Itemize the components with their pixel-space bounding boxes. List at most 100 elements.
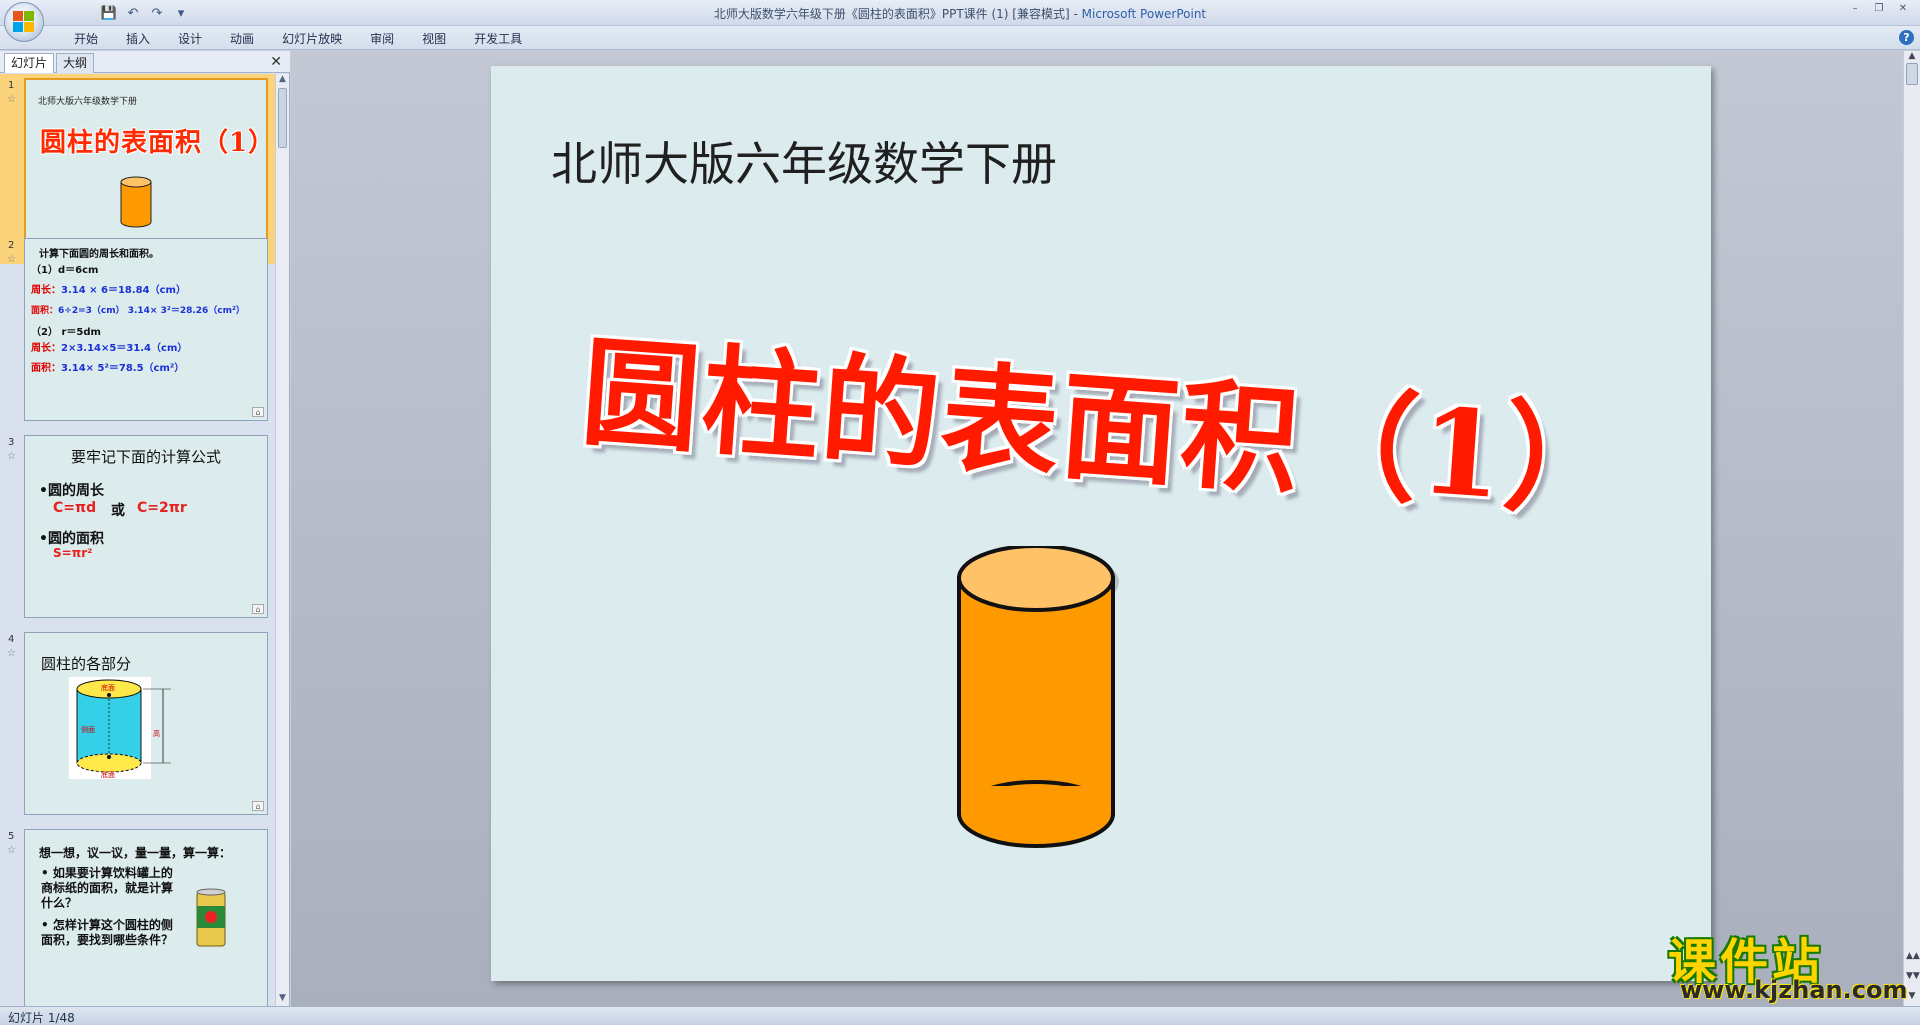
thumbnail-title: 想一想，议一议，量一量，算一算： <box>39 846 232 860</box>
thumbnail-title: 圆柱的各部分 <box>41 655 132 673</box>
thumb2-label: 周长： <box>31 343 61 354</box>
slide-title[interactable]: 圆柱的表面积（1） <box>577 296 1630 539</box>
question-item: • 如果要计算饮料罐上的商标纸的面积，就是计算什么？ <box>41 866 174 910</box>
next-slide-icon[interactable]: ▼▼ <box>1906 971 1920 981</box>
slide-number: 5 <box>8 831 15 842</box>
tab-slides[interactable]: 幻灯片 <box>4 53 55 73</box>
slide-thumbnail-list: 1 ☆ 北师大版六年级数学下册 圆柱的表面积（1） 2 ☆ 计算下面圆的周长和面… <box>0 74 276 1006</box>
scroll-up-icon[interactable]: ▲ <box>1906 51 1918 61</box>
home-icon: ⌂ <box>252 604 264 614</box>
cylinder-shape[interactable] <box>951 546 1121 851</box>
status-bar: 幻灯片 1/48 <box>0 1006 1920 1025</box>
thumb2-line: 周长：2×3.14×5＝31.4（cm） <box>31 339 187 354</box>
tab-slideshow[interactable]: 幻灯片放映 <box>268 30 356 48</box>
animation-star-icon: ☆ <box>7 845 16 856</box>
diagram-label: 侧面 <box>81 726 95 734</box>
slide-number: 1 <box>8 80 15 91</box>
tab-animations[interactable]: 动画 <box>216 30 268 48</box>
cylinder-icon <box>120 176 152 228</box>
formula-heading: •圆的面积 <box>39 531 104 547</box>
slide-thumbnail-2[interactable]: 2 ☆ 计算下面圆的周长和面积。 （1）d＝6cm 周长：3.14 × 6＝18… <box>0 234 276 424</box>
ribbon-tabs: 开始 插入 设计 动画 幻灯片放映 审阅 视图 开发工具 <box>60 30 536 48</box>
thumbnail-preview: 要牢记下面的计算公式 •圆的周长 C=πd 或 C=2πr •圆的面积 S=πr… <box>24 435 268 618</box>
thumb2-line: （1）d＝6cm <box>31 265 99 276</box>
slide-indicator: 幻灯片 1/48 <box>8 1011 75 1025</box>
slide-number: 3 <box>8 437 15 448</box>
document-title: 北师大版数学六年级下册《圆柱的表面积》PPT课件 (1) [兼容模式] - <box>713 7 1082 21</box>
minimize-icon[interactable]: – <box>1844 2 1866 16</box>
scroll-down-icon[interactable]: ▼ <box>276 993 289 1006</box>
formula: C=2πr <box>137 500 187 516</box>
thumb2-label: 周长： <box>31 285 61 296</box>
thumb2-value: 2×3.14×5＝31.4（cm） <box>61 343 188 354</box>
close-icon[interactable]: ✕ <box>270 54 282 70</box>
thumbnail-preview: 计算下面圆的周长和面积。 （1）d＝6cm 周长：3.14 × 6＝18.84（… <box>24 238 268 421</box>
scroll-thumb[interactable] <box>278 88 287 148</box>
formula: C=πd <box>53 500 97 516</box>
home-icon: ⌂ <box>252 801 264 811</box>
animation-star-icon: ☆ <box>7 648 16 659</box>
thumb2-line: 周长：3.14 × 6＝18.84（cm） <box>31 281 186 296</box>
thumbnail-preview: 圆柱的各部分 底面 侧面 高 底面 ⌂ <box>24 632 268 815</box>
thumbnail-subtitle: 北师大版六年级数学下册 <box>38 97 138 107</box>
title-bar: 💾 ↶ ↷ ▾ 北师大版数学六年级下册《圆柱的表面积》PPT课件 (1) [兼容… <box>0 0 1920 26</box>
tab-insert[interactable]: 插入 <box>112 30 164 48</box>
window-title: 北师大版数学六年级下册《圆柱的表面积》PPT课件 (1) [兼容模式] - Mi… <box>0 5 1920 22</box>
thumb2-value: 3.14 × 6＝18.84（cm） <box>61 285 186 296</box>
slide-number: 2 <box>8 240 15 251</box>
formula: S=πr² <box>53 546 93 560</box>
tab-design[interactable]: 设计 <box>164 30 216 48</box>
formula-heading: •圆的周长 <box>39 483 104 499</box>
tab-review[interactable]: 审阅 <box>356 30 408 48</box>
scroll-thumb[interactable] <box>1906 63 1918 85</box>
diagram-label: 底面 <box>101 771 115 779</box>
thumb2-line: （2） r＝5dm <box>31 327 101 338</box>
thumb2-label: 面积： <box>31 306 59 316</box>
thumb2-line: 面积：6÷2=3（cm） 3.14× 3²＝28.26（cm²） <box>31 303 245 316</box>
tab-developer[interactable]: 开发工具 <box>460 30 536 48</box>
diagram-label: 底面 <box>101 684 115 692</box>
thumbnail-title: 圆柱的表面积（1） <box>40 128 268 158</box>
question-item: • 怎样计算这个圆柱的侧面积，要找到哪些条件？ <box>41 918 174 947</box>
help-icon[interactable]: ? <box>1899 30 1914 45</box>
thumb2-line: 计算下面圆的周长和面积。 <box>39 249 159 260</box>
tab-home[interactable]: 开始 <box>60 30 112 48</box>
slide-subtitle[interactable]: 北师大版六年级数学下册 <box>551 128 1057 194</box>
diagram-label: 高 <box>153 730 160 738</box>
or-label: 或 <box>111 503 125 519</box>
previous-slide-icon[interactable]: ▲▲ <box>1906 951 1920 961</box>
editor-scrollbar[interactable]: ▲ ▲▲ ▼▼ ▼ <box>1903 51 1920 1006</box>
tab-view[interactable]: 视图 <box>408 30 460 48</box>
slides-panel: 幻灯片 大纲 ✕ 1 ☆ 北师大版六年级数学下册 圆柱的表面积（1） 2 ☆ 计… <box>0 51 290 1006</box>
animation-star-icon: ☆ <box>7 94 16 105</box>
thumb2-line: 面积：3.14× 5²＝78.5（cm²） <box>31 359 184 374</box>
animation-star-icon: ☆ <box>7 451 16 462</box>
current-slide[interactable]: 北师大版六年级数学下册 圆柱的表面积（1） <box>491 66 1711 981</box>
close-icon[interactable]: ✕ <box>1892 2 1914 16</box>
slide-thumbnail-3[interactable]: 3 ☆ 要牢记下面的计算公式 •圆的周长 C=πd 或 C=2πr •圆的面积 … <box>0 431 276 621</box>
site-watermark: 课件站 www.kjzhan.com <box>1668 922 1907 1004</box>
watermark-url: www.kjzhan.com <box>1680 976 1908 1004</box>
slide-thumbnail-5[interactable]: 5 ☆ 想一想，议一议，量一量，算一算： • 如果要计算饮料罐上的商标纸的面积，… <box>0 825 276 1006</box>
drink-can-icon <box>196 888 226 947</box>
scroll-down-icon[interactable]: ▼ <box>1906 991 1918 1001</box>
tab-outline[interactable]: 大纲 <box>56 53 95 73</box>
thumbnail-preview: 想一想，议一议，量一量，算一算： • 如果要计算饮料罐上的商标纸的面积，就是计算… <box>24 829 268 1006</box>
panel-tabs: 幻灯片 大纲 ✕ <box>0 51 290 73</box>
office-button[interactable] <box>4 2 44 42</box>
animation-star-icon: ☆ <box>7 254 16 265</box>
thumb2-value: 6÷2=3（cm） 3.14× 3²＝28.26（cm²） <box>58 306 245 316</box>
restore-icon[interactable]: ❐ <box>1868 2 1890 16</box>
thumb2-value: 3.14× 5²＝78.5（cm²） <box>61 363 185 374</box>
scroll-up-icon[interactable]: ▲ <box>276 74 289 87</box>
window-controls: – ❐ ✕ <box>1844 2 1914 16</box>
ribbon: 开始 插入 设计 动画 幻灯片放映 审阅 视图 开发工具 ? <box>0 26 1920 50</box>
slide-thumbnail-4[interactable]: 4 ☆ 圆柱的各部分 底面 侧面 高 底面 ⌂ <box>0 628 276 818</box>
panel-scrollbar[interactable]: ▲ ▼ <box>275 74 289 1006</box>
slide-number: 4 <box>8 634 15 645</box>
app-name: Microsoft PowerPoint <box>1081 7 1207 21</box>
home-icon: ⌂ <box>252 407 264 417</box>
office-logo-icon <box>13 11 35 33</box>
thumb2-label: 面积： <box>31 363 61 374</box>
thumbnail-title: 要牢记下面的计算公式 <box>70 448 221 466</box>
